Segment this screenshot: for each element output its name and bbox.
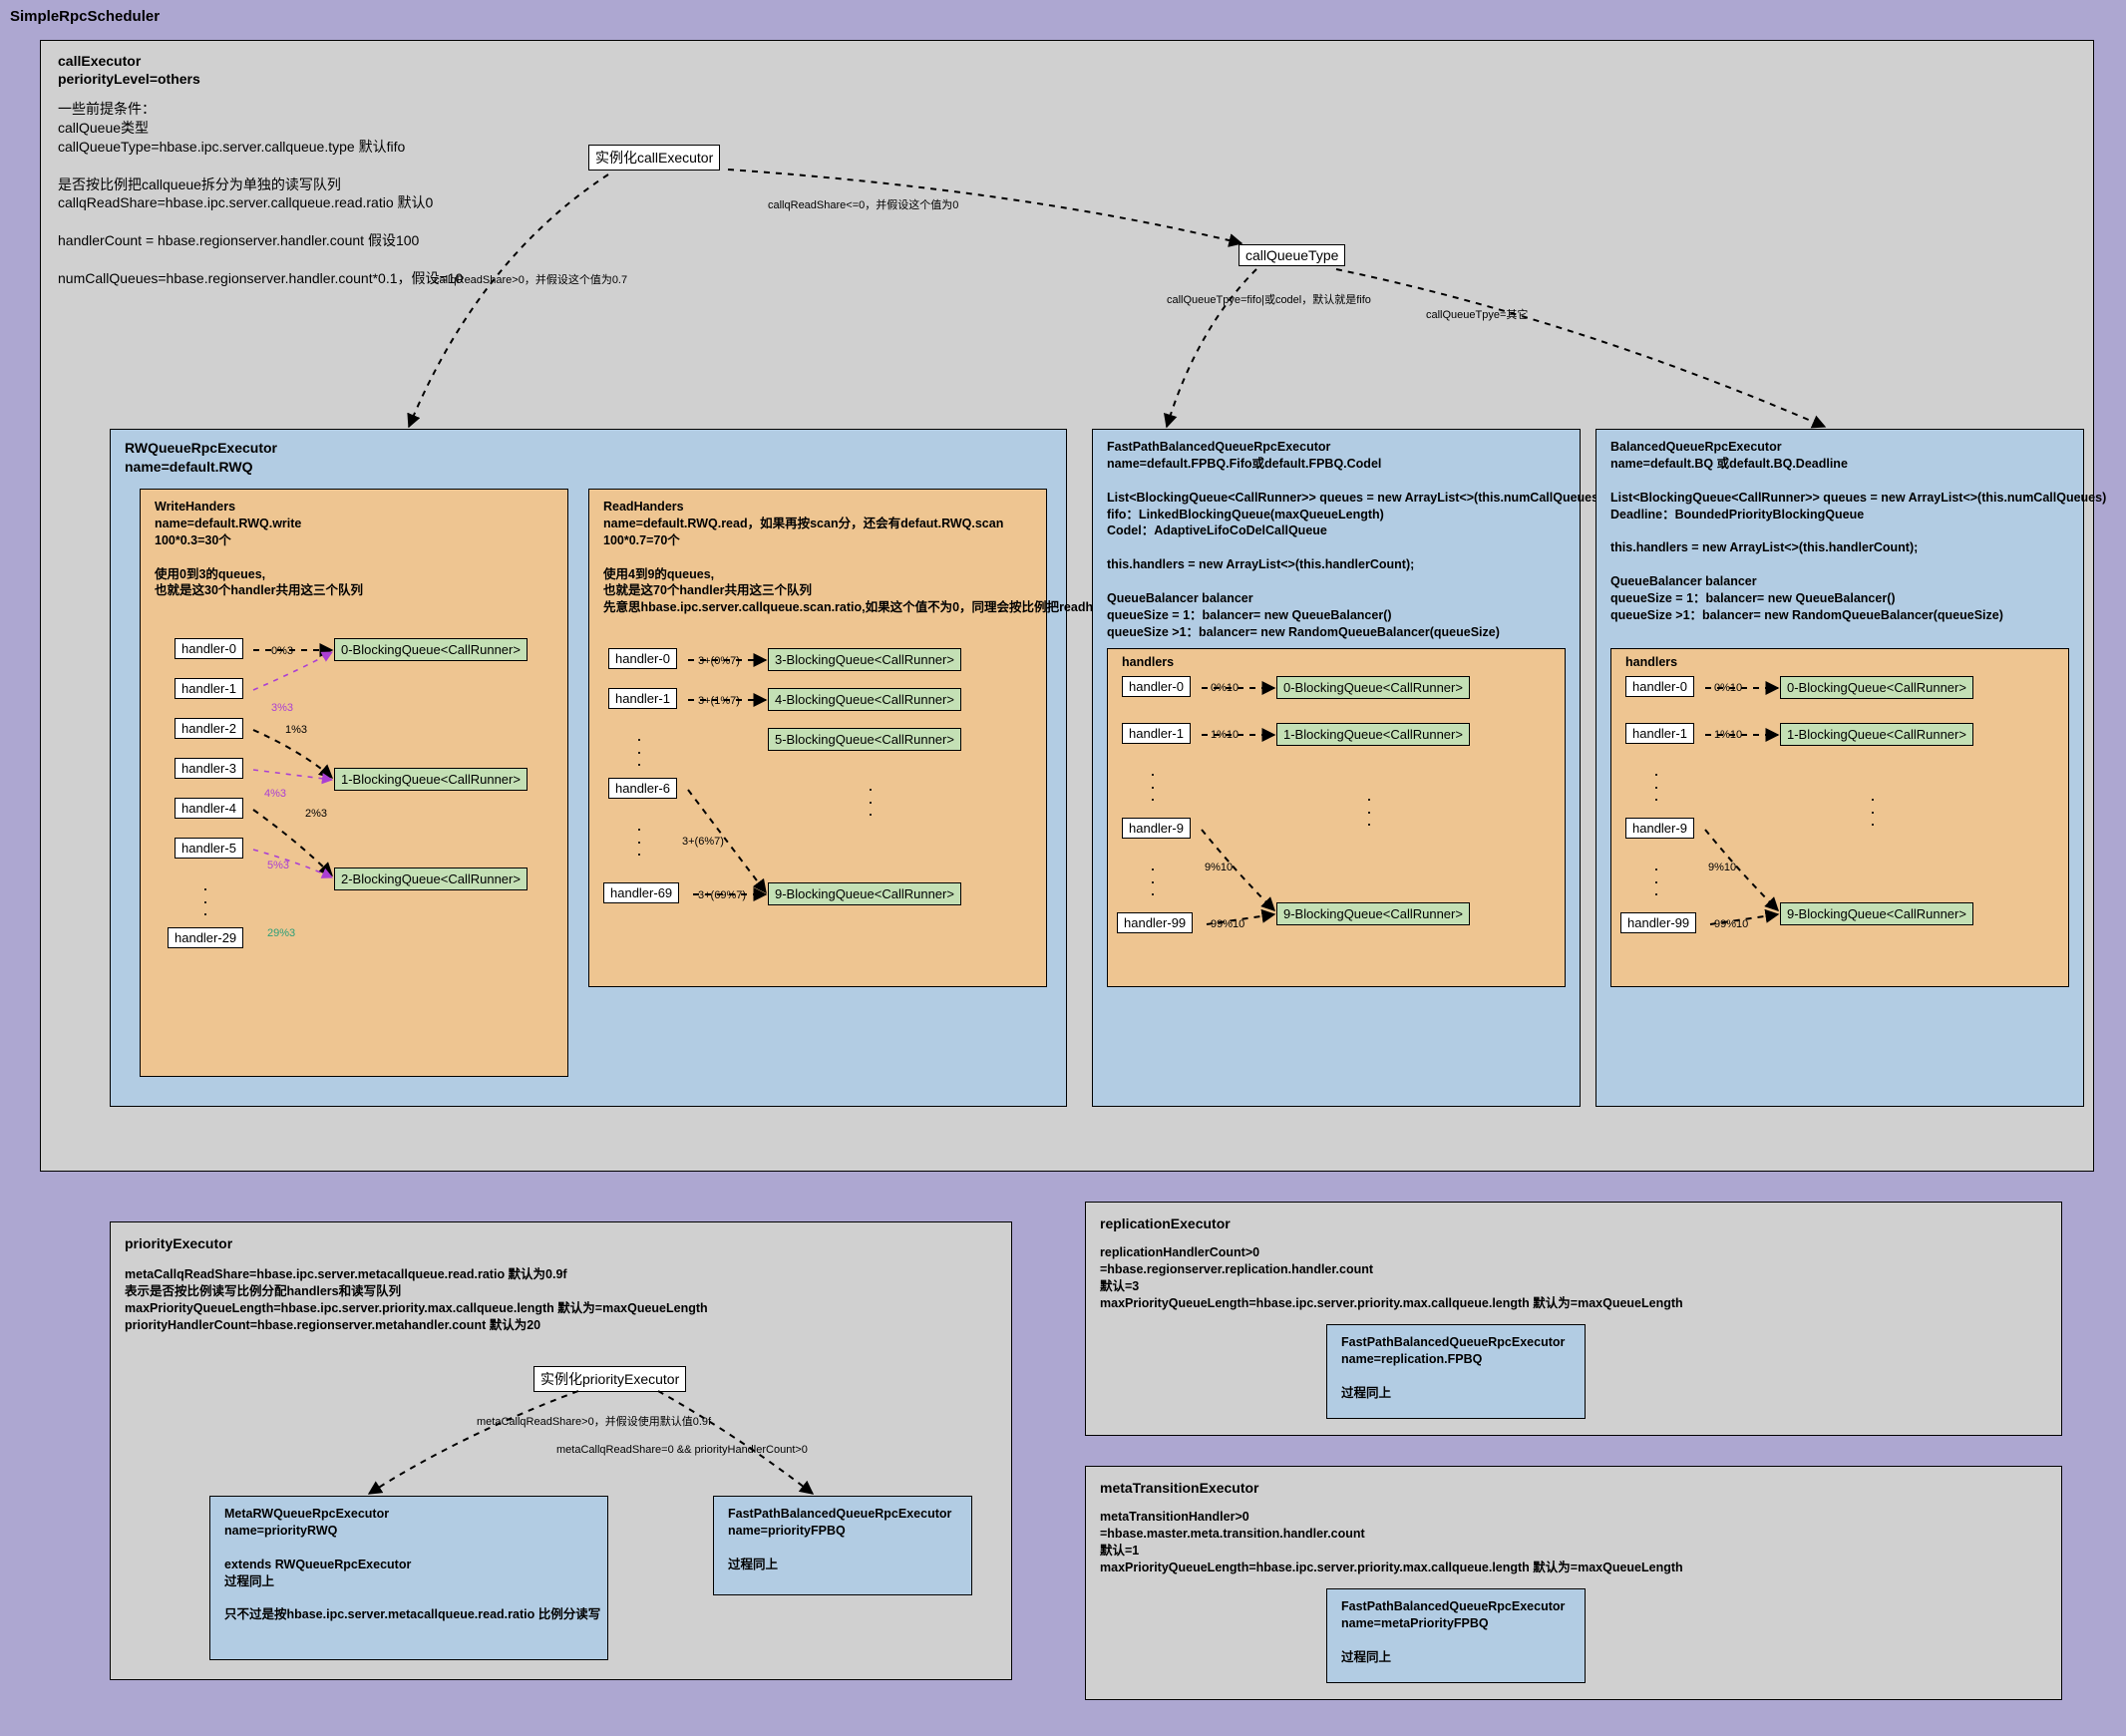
- fp-title: FastPathBalancedQueueRpcExecutor name=de…: [1107, 439, 1602, 641]
- replication-pre: replicationHandlerCount>0 =hbase.regions…: [1100, 1244, 1683, 1312]
- priority-header: priorityExecutor: [125, 1234, 232, 1253]
- fp-e2: 9%10: [1205, 862, 1233, 874]
- bq-h1: handler-1: [1625, 723, 1694, 744]
- node-instantiate-call: 实例化callExecutor: [588, 145, 720, 171]
- node-instantiate-prio: 实例化priorityExecutor: [533, 1366, 686, 1392]
- fp-d2: ···: [1150, 863, 1156, 900]
- edge-share-le: callqReadShare<=0，并假设这个值为0: [768, 199, 958, 212]
- fp-h9: handler-9: [1122, 818, 1191, 839]
- bq-h9: handler-9: [1625, 818, 1694, 839]
- fp-e1: 1%10: [1211, 729, 1239, 742]
- bq-h99: handler-99: [1620, 912, 1696, 933]
- bq-e3: 99%10: [1714, 918, 1748, 931]
- prio-edge-b: metaCallqReadShare=0 && priorityHandlerC…: [556, 1444, 808, 1457]
- replication-header: replicationExecutor: [1100, 1215, 1231, 1233]
- call-header-1: callExecutor: [58, 52, 141, 71]
- call-pre: 一些前提条件： callQueue类型 callQueueType=hbase.…: [58, 100, 556, 288]
- w-h5: handler-5: [175, 838, 243, 859]
- fp-h0: handler-0: [1122, 676, 1191, 697]
- w-e4: 2%3: [305, 808, 327, 821]
- bq-q9: 9-BlockingQueue<CallRunner>: [1780, 902, 1973, 925]
- bq-qd: ···: [1870, 793, 1876, 831]
- r-e3: 3+(69%7): [698, 889, 746, 902]
- r-h1: handler-1: [608, 688, 677, 709]
- bq-handlers-title: handlers: [1625, 654, 1677, 671]
- fp-d1: ···: [1150, 768, 1156, 806]
- r-e2: 3+(6%7): [682, 836, 724, 849]
- r-dots2: ···: [636, 823, 642, 861]
- replication-box-txt: FastPathBalancedQueueRpcExecutor name=re…: [1341, 1334, 1565, 1402]
- r-e1: 3+(1%7): [698, 695, 740, 708]
- w-e3: 4%3: [264, 788, 286, 801]
- fp-e0: 0%10: [1211, 682, 1239, 695]
- prio-edge-a: metaCallqReadShare>0，并假设使用默认值0.9f: [477, 1416, 711, 1429]
- call-header-2: periorityLevel=others: [58, 70, 200, 89]
- w-q0: 0-BlockingQueue<CallRunner>: [334, 638, 528, 661]
- prio-right-txt: FastPathBalancedQueueRpcExecutor name=pr…: [728, 1506, 951, 1573]
- bq-e2: 9%10: [1708, 862, 1736, 874]
- fp-q1: 1-BlockingQueue<CallRunner>: [1276, 723, 1470, 746]
- edge-share-gt: callqReadShare>0，并假设这个值为0.7: [434, 274, 627, 287]
- w-h29: handler-29: [168, 927, 243, 948]
- meta-pre: metaTransitionHandler>0 =hbase.master.me…: [1100, 1509, 1683, 1576]
- w-e6: 29%3: [267, 927, 295, 940]
- root-title: SimpleRpcScheduler: [10, 8, 160, 25]
- fp-q0: 0-BlockingQueue<CallRunner>: [1276, 676, 1470, 699]
- bq-d2: ···: [1653, 863, 1659, 900]
- bq-d1: ···: [1653, 768, 1659, 806]
- w-q1: 1-BlockingQueue<CallRunner>: [334, 768, 528, 791]
- r-q5: 5-BlockingQueue<CallRunner>: [768, 728, 961, 751]
- node-queuetype: callQueueType: [1239, 244, 1345, 266]
- fp-h1: handler-1: [1122, 723, 1191, 744]
- edge-qtype-other: callQueueTpye=其它: [1426, 309, 1528, 322]
- bq-q0: 0-BlockingQueue<CallRunner>: [1780, 676, 1973, 699]
- meta-box-txt: FastPathBalancedQueueRpcExecutor name=me…: [1341, 1598, 1565, 1666]
- edge-qtype-fifo: callQueueTpye=fifo|或codel，默认就是fifo: [1167, 294, 1371, 307]
- bq-q1: 1-BlockingQueue<CallRunner>: [1780, 723, 1973, 746]
- w-e2: 1%3: [285, 724, 307, 737]
- write-title: WriteHanders name=default.RWQ.write 100*…: [155, 499, 363, 599]
- w-e5: 5%3: [267, 860, 289, 872]
- fp-handlers-title: handlers: [1122, 654, 1174, 671]
- bq-h0: handler-0: [1625, 676, 1694, 697]
- r-h69: handler-69: [603, 882, 679, 903]
- meta-header: metaTransitionExecutor: [1100, 1479, 1259, 1498]
- w-h2: handler-2: [175, 718, 243, 739]
- w-h4: handler-4: [175, 798, 243, 819]
- r-e0: 3+(0%7): [698, 655, 740, 668]
- canvas: SimpleRpcScheduler callExecutor periorit…: [0, 0, 2126, 1736]
- w-dots: ···: [202, 882, 208, 920]
- fp-e3: 99%10: [1211, 918, 1244, 931]
- fp-q9: 9-BlockingQueue<CallRunner>: [1276, 902, 1470, 925]
- r-qdots: ···: [868, 783, 874, 821]
- fp-h99: handler-99: [1117, 912, 1193, 933]
- r-q9: 9-BlockingQueue<CallRunner>: [768, 882, 961, 905]
- prio-left-txt: MetaRWQueueRpcExecutor name=priorityRWQ …: [224, 1506, 600, 1623]
- w-e0: 0%3: [271, 645, 293, 658]
- r-h0: handler-0: [608, 648, 677, 669]
- r-q3: 3-BlockingQueue<CallRunner>: [768, 648, 961, 671]
- r-dots1: ···: [636, 733, 642, 771]
- w-h0: handler-0: [175, 638, 243, 659]
- priority-pre: metaCallqReadShare=hbase.ipc.server.meta…: [125, 1266, 708, 1334]
- w-e1: 3%3: [271, 702, 293, 715]
- bq-e1: 1%10: [1714, 729, 1742, 742]
- rwq-title: RWQueueRpcExecutor name=default.RWQ: [125, 439, 277, 477]
- r-h6: handler-6: [608, 778, 677, 799]
- bq-title: BalancedQueueRpcExecutor name=default.BQ…: [1610, 439, 2106, 624]
- w-h1: handler-1: [175, 678, 243, 699]
- bq-e0: 0%10: [1714, 682, 1742, 695]
- w-h3: handler-3: [175, 758, 243, 779]
- fp-qd: ···: [1366, 793, 1372, 831]
- w-q2: 2-BlockingQueue<CallRunner>: [334, 868, 528, 890]
- r-q4: 4-BlockingQueue<CallRunner>: [768, 688, 961, 711]
